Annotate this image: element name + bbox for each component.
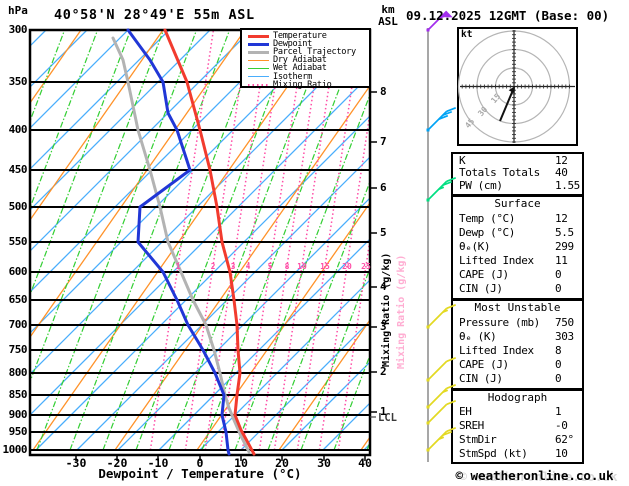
- temp-tick-label: 10: [234, 456, 248, 470]
- wind-barb: [426, 356, 457, 382]
- copyright: © weatheronline.co.uk: [455, 468, 614, 483]
- pressure-tick-label: 850: [8, 388, 28, 401]
- pressure-tick-label: 1000: [2, 443, 28, 456]
- km-tick-label: 5: [380, 226, 387, 239]
- temp-tick-label: 40: [358, 456, 372, 470]
- temp-tick-label: -10: [147, 456, 169, 470]
- pressure-tick-label: 350: [8, 75, 28, 88]
- pressure-tick-label: 400: [8, 123, 28, 136]
- temp-tick-label: 20: [275, 456, 289, 470]
- mixing-ratio-value: 1: [175, 262, 181, 271]
- mixing-ratio-value: 8: [284, 262, 290, 271]
- km-tick-label: 2: [380, 365, 387, 378]
- pressure-tick-label: 700: [8, 318, 28, 331]
- mixing-ratio-value: 20: [342, 262, 352, 271]
- wind-barb: [426, 426, 457, 452]
- mixing-ratio-value: 4: [245, 262, 251, 271]
- mixing-ratio-axis-label: Mixing Ratio (g/kg): [381, 252, 392, 367]
- pressure-tick-label: 900: [8, 408, 28, 421]
- temp-tick-label: -20: [106, 456, 128, 470]
- temp-tick-label: 0: [196, 456, 204, 470]
- wind-barb: [426, 303, 457, 329]
- temp-tick-label: 30: [317, 456, 331, 470]
- km-tick-label: 3: [380, 320, 387, 333]
- pressure-tick-label: 800: [8, 366, 28, 379]
- pressure-tick-label: 450: [8, 163, 28, 176]
- km-tick-label: 1: [380, 405, 387, 418]
- datetime-label: 09.12.2025 12GMT (Base: 00): [406, 8, 610, 23]
- pressure-tick-label: 950: [8, 425, 28, 438]
- hodograph-unit-label: kt: [461, 29, 473, 40]
- km-tick-label: 7: [380, 135, 387, 148]
- km-tick-label: 8: [380, 85, 387, 98]
- mixing-ratio-value: 2: [210, 262, 216, 271]
- mixing-ratio-value: 3: [230, 262, 236, 271]
- wind-barb: [426, 106, 457, 132]
- pressure-tick-label: 550: [8, 235, 28, 248]
- mixing-ratio-axis-label-ghost: Mixing Ratio (g/kg): [396, 254, 407, 369]
- page-title: 40°58'N 28°49'E 55m ASL: [54, 7, 255, 23]
- pressure-tick-label: 500: [8, 200, 28, 213]
- pressure-tick-label: 750: [8, 343, 28, 356]
- mixing-ratio-value: 15: [320, 262, 330, 271]
- pressure-tick-label: 650: [8, 293, 28, 306]
- hodograph-and-barbs: [426, 10, 575, 462]
- km-tick-label: 6: [380, 181, 387, 194]
- altitude-axis-unit-asl: ASL: [378, 15, 398, 28]
- km-tick-label: 4: [380, 280, 387, 293]
- pressure-axis-unit: hPa: [8, 4, 28, 17]
- mixing-ratio-value: 5: [267, 262, 273, 271]
- wind-barb: [426, 176, 457, 202]
- pressure-tick-label: 300: [8, 23, 28, 36]
- wind-barb: [426, 383, 457, 409]
- skewt-chart: hPa 40°58'N 28°49'E 55m ASL km ASL 09.12…: [0, 0, 629, 486]
- pressure-tick-label: 600: [8, 265, 28, 278]
- temp-tick-label: -30: [65, 456, 87, 470]
- mixing-ratio-value: 25: [361, 262, 371, 271]
- mixing-ratio-value: 10: [297, 262, 307, 271]
